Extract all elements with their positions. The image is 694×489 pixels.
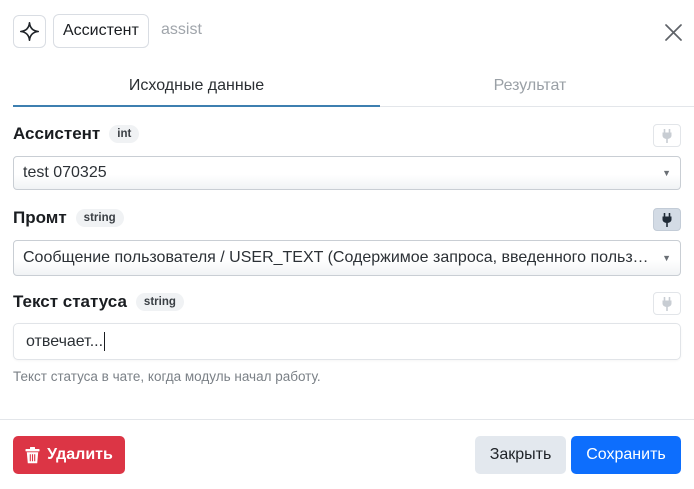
assistant-select[interactable]: test 070325 ▼ [13,156,681,190]
status-plug-icon[interactable] [653,292,681,315]
prompt-plug-icon[interactable] [653,208,681,231]
tab-bar: Исходные данные Результат [13,64,694,107]
status-text-value: отвечает... [26,332,104,350]
module-subtitle: assist [161,21,202,38]
trash-icon [25,446,40,463]
caret-down-icon: ▼ [662,168,671,178]
close-label: Закрыть [489,446,552,463]
dialog-header: Ассистент assist [0,0,694,64]
active-tab-indicator [13,105,380,107]
text-cursor [104,332,106,351]
delete-label: Удалить [47,446,113,463]
assistant-label: Ассистент [13,124,101,143]
prompt-select[interactable]: Сообщение пользователя / USER_TEXT (Соде… [13,240,681,276]
prompt-label: Промт [13,208,67,227]
caret-down-icon: ▼ [662,253,671,263]
sparkle-icon [13,15,46,48]
footer-divider [0,419,694,420]
assistant-plug-icon[interactable] [653,124,681,147]
status-field-label: Текст статуса string [13,292,184,312]
status-help-text: Текст статуса в чате, когда модуль начал… [13,369,321,384]
tab-input-data[interactable]: Исходные данные [13,64,380,107]
prompt-select-value: Сообщение пользователя / USER_TEXT (Соде… [23,249,650,266]
prompt-type-badge: string [75,209,124,227]
close-button[interactable]: Закрыть [475,436,566,474]
delete-button[interactable]: Удалить [13,436,125,474]
status-type-badge: string [135,293,184,311]
save-label: Сохранить [586,446,666,463]
status-label: Текст статуса [13,292,127,311]
assistant-type-badge: int [109,125,140,143]
assistant-select-value: test 070325 [23,164,107,181]
module-title: Ассистент [53,14,149,48]
save-button[interactable]: Сохранить [571,436,681,474]
prompt-field-label: Промт string [13,208,124,228]
status-text-input[interactable]: отвечает... [13,323,681,360]
assistant-field-label: Ассистент int [13,124,140,144]
tab-result[interactable]: Результат [380,64,680,107]
close-icon[interactable] [660,19,686,45]
